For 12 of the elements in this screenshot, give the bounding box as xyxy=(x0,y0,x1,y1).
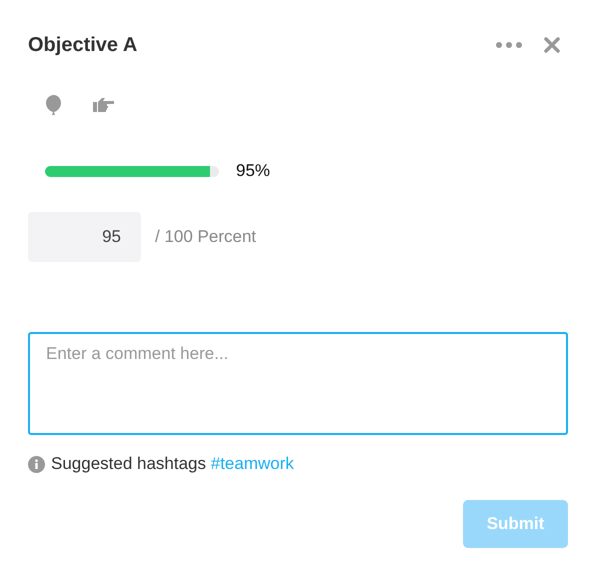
panel-title: Objective A xyxy=(28,34,138,56)
value-suffix: / 100 Percent xyxy=(155,227,256,247)
close-icon[interactable] xyxy=(544,37,560,53)
pointing-hand-icon[interactable] xyxy=(93,97,115,113)
hashtag-link[interactable]: #teamwork xyxy=(210,454,294,473)
hashtag-hint: Suggested hashtags #teamwork xyxy=(51,454,294,474)
progress-reading: 95% xyxy=(236,161,270,181)
more-icon[interactable] xyxy=(496,42,522,48)
value-field[interactable]: 95 xyxy=(28,212,141,262)
balloon-icon[interactable] xyxy=(45,94,63,116)
info-icon xyxy=(28,456,45,472)
comment-field[interactable]: Enter a comment here... xyxy=(28,332,568,435)
